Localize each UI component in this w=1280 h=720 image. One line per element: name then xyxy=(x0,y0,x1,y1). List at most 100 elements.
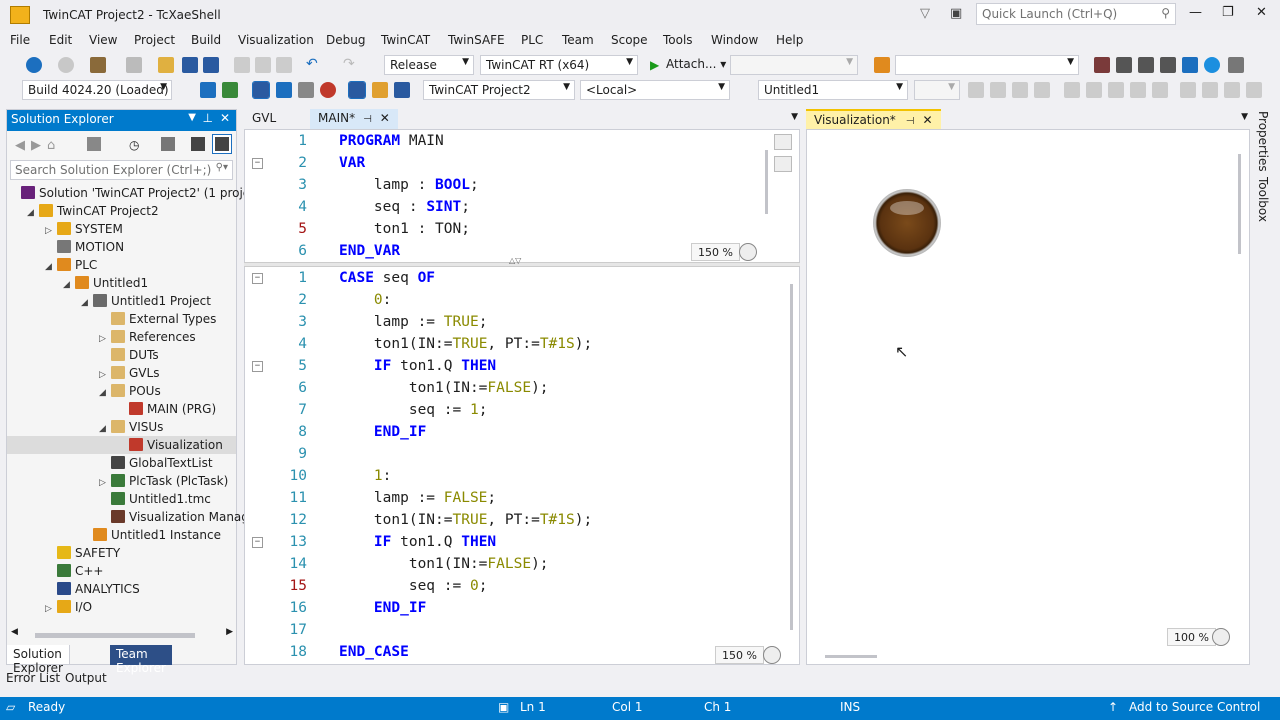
restart-icon[interactable] xyxy=(222,82,238,98)
build-select[interactable]: Build 4024.20 (Loaded) ▼ xyxy=(22,80,172,100)
tab-team-explorer[interactable]: Team Explorer xyxy=(110,645,172,675)
tool-icon-3[interactable] xyxy=(1138,57,1154,73)
tree-item[interactable]: Visualization Manager xyxy=(7,508,261,526)
open-icon[interactable] xyxy=(158,57,174,73)
tool-icon-1[interactable] xyxy=(1094,57,1110,73)
tree-item[interactable]: ▷ SYSTEM xyxy=(7,220,123,238)
code-line[interactable]: 14 ton1(IN:=FALSE); xyxy=(245,553,765,575)
choose-target-icon[interactable] xyxy=(348,81,366,99)
source-control-icon[interactable]: ↑ xyxy=(1108,700,1118,714)
decl-scrollbar[interactable] xyxy=(765,150,768,214)
fold-toggle-icon[interactable]: − xyxy=(252,158,263,169)
tool-icon-6[interactable] xyxy=(1204,57,1220,73)
activate-icon[interactable] xyxy=(200,82,216,98)
menu-view[interactable]: View xyxy=(89,33,117,47)
expand-toggle-icon[interactable]: ▷ xyxy=(45,600,57,618)
declaration-editor[interactable]: 1 PROGRAM MAIN −2 VAR 3 lamp : BOOL; 4 seq : … xyxy=(245,130,765,262)
menu-visualization[interactable]: Visualization xyxy=(238,33,314,47)
step-icon-1[interactable] xyxy=(1064,82,1080,98)
visu-vscrollbar[interactable] xyxy=(1238,154,1241,254)
start-icon[interactable] xyxy=(990,82,1006,98)
panel-menu-icon[interactable]: ▼ xyxy=(188,112,196,123)
tree-item[interactable]: ◢ TwinCAT Project2 xyxy=(7,202,159,220)
logout-icon[interactable] xyxy=(1034,82,1050,98)
code-line[interactable]: 3 lamp : BOOL; xyxy=(245,174,765,196)
tree-item[interactable]: ▷ PlcTask (PlcTask) xyxy=(7,472,228,490)
tab-pin-icon[interactable]: ⊣ xyxy=(363,114,372,125)
se-history-icon[interactable]: ◷ xyxy=(129,138,139,152)
tree-item[interactable]: ANALYTICS xyxy=(7,580,140,598)
visualization-canvas[interactable]: ↖ 100 % xyxy=(806,129,1250,665)
tree-item[interactable]: ◢ Untitled1 xyxy=(7,274,148,292)
tree-item[interactable]: Untitled1 Instance xyxy=(7,526,221,544)
code-line[interactable]: 10 1: xyxy=(245,465,765,487)
config-mode-icon[interactable] xyxy=(252,81,270,99)
panel-close-icon[interactable]: ✕ xyxy=(220,111,230,125)
fold-toggle-icon[interactable]: − xyxy=(252,537,263,548)
stop-icon[interactable] xyxy=(1012,82,1028,98)
menu-edit[interactable]: Edit xyxy=(49,33,72,47)
code-line[interactable]: 1 PROGRAM MAIN xyxy=(245,130,765,152)
write-icon[interactable] xyxy=(1180,82,1196,98)
menu-project[interactable]: Project xyxy=(134,33,175,47)
horizontal-scrollbar[interactable]: ◀ ▶ xyxy=(11,627,233,640)
tree-item[interactable]: External Types xyxy=(7,310,216,328)
paste-icon[interactable] xyxy=(276,57,292,73)
minimize-button[interactable]: — xyxy=(1189,5,1202,20)
tab-main[interactable]: MAIN* ⊣ ✕ xyxy=(310,109,398,129)
lamp-element[interactable] xyxy=(873,189,941,257)
toggle-icon[interactable] xyxy=(320,82,336,98)
step-icon-2[interactable] xyxy=(1086,82,1102,98)
show-sub-items-icon[interactable] xyxy=(372,82,388,98)
code-line[interactable]: 17 xyxy=(245,619,765,641)
body-zoom[interactable]: 150 % xyxy=(715,646,764,664)
code-line[interactable]: 3 lamp := TRUE; xyxy=(245,311,765,333)
tab-properties[interactable]: Properties xyxy=(1256,111,1270,172)
visu-hscrollbar[interactable] xyxy=(825,655,877,658)
tree-item[interactable]: Untitled1.tmc xyxy=(7,490,211,508)
tab-solution-explorer[interactable]: Solution Explorer xyxy=(6,645,70,675)
pin-icon[interactable]: ⊥ xyxy=(203,111,213,125)
code-editor[interactable]: 1 PROGRAM MAIN −2 VAR 3 lamp : BOOL; 4 seq : … xyxy=(244,129,800,665)
menu-file[interactable]: File xyxy=(10,33,30,47)
code-line[interactable]: 16 END_IF xyxy=(245,597,765,619)
new-project-icon[interactable] xyxy=(90,57,106,73)
code-line[interactable]: 4 ton1(IN:=TRUE, PT:=T#1S); xyxy=(245,333,765,355)
tab-visualization[interactable]: Visualization* ⊣ ✕ xyxy=(806,109,941,129)
wrench-icon[interactable] xyxy=(1116,57,1132,73)
scan-icon[interactable] xyxy=(298,82,314,98)
step-icon-4[interactable] xyxy=(1130,82,1146,98)
feedback-icon[interactable]: ▣ xyxy=(950,6,962,21)
maximize-button[interactable]: ❐ xyxy=(1222,5,1234,20)
code-line[interactable]: − 1 CASE seq OF xyxy=(245,267,765,289)
code-line[interactable]: 6 ton1(IN:=FALSE); xyxy=(245,377,765,399)
editor-splitter[interactable]: △▽ xyxy=(244,256,800,267)
port-select[interactable]: ▼ xyxy=(914,80,960,100)
code-line[interactable]: − 5 IF ton1.Q THEN xyxy=(245,355,765,377)
visu-overflow-icon[interactable]: ▼ xyxy=(1241,112,1248,122)
force-icon[interactable] xyxy=(1202,82,1218,98)
menu-twinsafe[interactable]: TwinSAFE xyxy=(448,33,505,47)
tool-icon-5[interactable] xyxy=(1182,57,1198,73)
menu-tools[interactable]: Tools xyxy=(663,33,693,47)
menu-help[interactable]: Help xyxy=(776,33,803,47)
tree-item[interactable]: ◢ PLC xyxy=(7,256,97,274)
code-line[interactable]: 2 0: xyxy=(245,289,765,311)
search-options-icon[interactable]: ⚲▾ xyxy=(216,162,228,173)
code-line[interactable]: 11 lamp := FALSE; xyxy=(245,487,765,509)
menu-twincat[interactable]: TwinCAT xyxy=(381,33,430,47)
se-sync-icon[interactable] xyxy=(87,137,101,151)
fold-toggle-icon[interactable]: − xyxy=(252,273,263,284)
save-all-icon[interactable] xyxy=(203,57,219,73)
declaration-view-icon[interactable] xyxy=(774,134,792,150)
redo-icon[interactable]: ↷ xyxy=(343,57,359,73)
se-nav-icons[interactable]: ◀▶⌂ xyxy=(15,138,61,153)
tree-item[interactable]: Visualization xyxy=(7,436,236,454)
quick-launch-input[interactable]: Quick Launch (Ctrl+Q) ⚲ xyxy=(976,3,1176,25)
tab-gvl[interactable]: GVL xyxy=(244,109,284,129)
close-button[interactable]: ✕ xyxy=(1256,5,1267,20)
tree-item[interactable]: ◢ VISUs xyxy=(7,418,163,436)
menu-scope[interactable]: Scope xyxy=(611,33,648,47)
tab-overflow-icon[interactable]: ▼ xyxy=(791,112,798,122)
step-icon-3[interactable] xyxy=(1108,82,1124,98)
